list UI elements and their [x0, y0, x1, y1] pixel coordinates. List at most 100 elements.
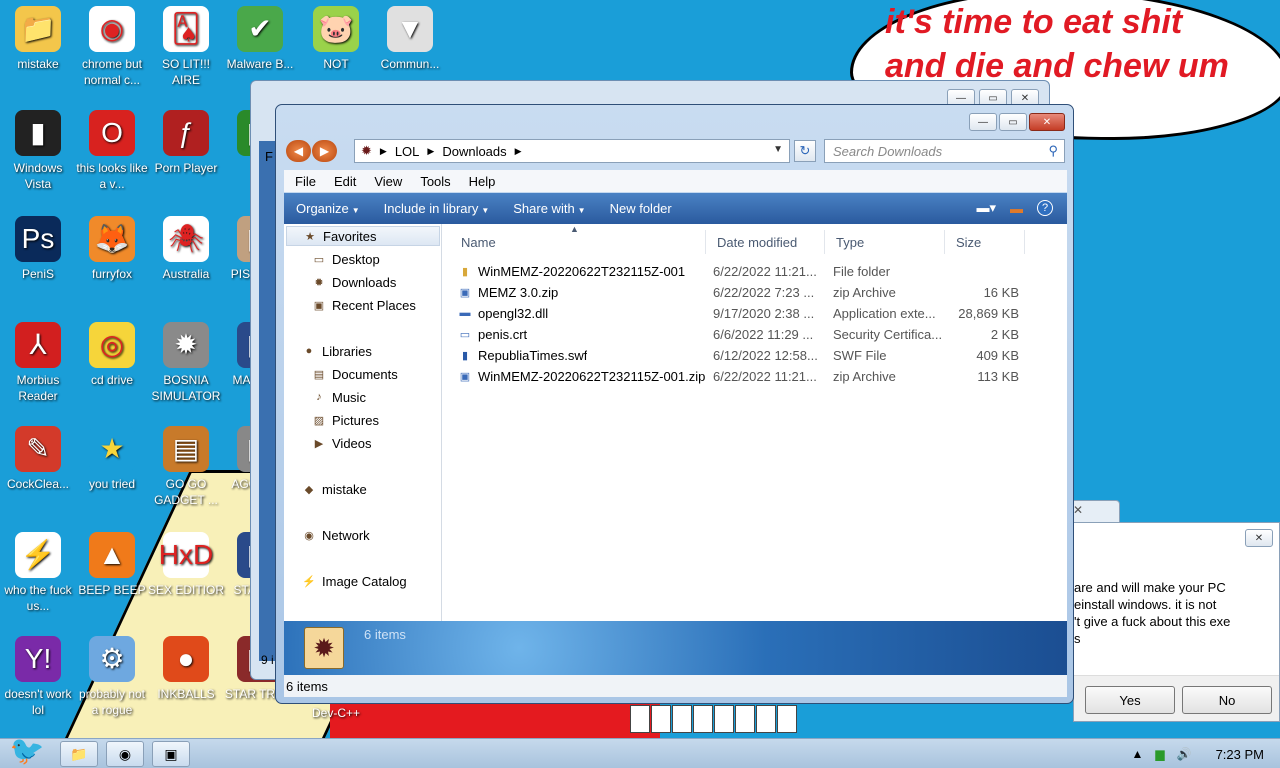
search-icon[interactable]: ⚲ [1048, 143, 1058, 159]
desktop-icon[interactable]: Ps PeniS [0, 210, 76, 282]
clock[interactable]: 7:23 PM [1216, 747, 1264, 762]
refresh-button[interactable]: ↻ [794, 140, 816, 162]
nav-item[interactable]: ▨ Pictures [310, 410, 438, 430]
nav-item-label: Desktop [332, 251, 380, 267]
inkball-icon: ● [163, 636, 209, 682]
column-header-type[interactable]: Type [825, 230, 945, 254]
message-dialog[interactable]: ✕ are and will make your PC einstall win… [1073, 522, 1280, 722]
search-input[interactable]: Search Downloads ⚲ [824, 139, 1065, 163]
preview-pane-icon[interactable]: ▬ [1010, 201, 1023, 216]
column-header-size[interactable]: Size [945, 230, 1025, 254]
column-header-date[interactable]: Date modified [706, 230, 825, 254]
desktop-icon[interactable]: ◎ cd drive [74, 316, 150, 388]
desktop-icon: ▭ [313, 253, 325, 266]
close-icon[interactable]: ✕ [1073, 503, 1083, 517]
maximize-button[interactable]: ▭ [999, 113, 1027, 131]
desktop-icon[interactable]: HxD SEX EDITIOR [148, 526, 224, 598]
menu-view[interactable]: View [365, 174, 411, 189]
breadcrumb-separator-icon: ▶ [427, 145, 435, 156]
explorer-window[interactable]: — ▭ ✕ ◀ ▶ ✹ ▶ LOL ▶ Downloads ▶ ▼ ↻ Sear… [275, 104, 1074, 704]
desktop-icon[interactable]: ▼ Commun... [372, 0, 448, 72]
nav-item[interactable]: ✹ Downloads [310, 272, 438, 292]
forward-arrow-icon[interactable]: ▶ [312, 140, 337, 162]
taskbar-app-icon[interactable]: ▣ [152, 741, 190, 767]
swf-icon: ▮ [461, 350, 469, 362]
file-row[interactable]: ▮ WinMEMZ-20220622T232115Z-001 6/22/2022 1… [450, 262, 1050, 282]
desktop-icon[interactable]: Y! doesn't work lol [0, 630, 76, 718]
desktop-icon[interactable]: ƒ Porn Player [148, 104, 224, 176]
network-status-icon[interactable]: ▆ [1155, 747, 1164, 761]
desktop-icon[interactable]: ● INKBALLS [148, 630, 224, 702]
include-in-library-button[interactable]: Include in library ▼ [372, 201, 502, 216]
taskbar-chrome-icon[interactable]: ◉ [106, 741, 144, 767]
desktop-icon[interactable]: 🦊 furryfox [74, 210, 150, 282]
address-dropdown-icon[interactable]: ▼ [773, 144, 783, 155]
nav-item[interactable]: ● Libraries [286, 341, 440, 361]
star-icon: ★ [305, 230, 315, 243]
chevron-down-icon: ▼ [351, 206, 360, 215]
desktop-icon[interactable]: ▤ GO GO GADGET ... [148, 420, 224, 508]
nav-item[interactable]: ◆ mistake [286, 479, 440, 499]
desktop-icon[interactable]: 📁 mistake [0, 0, 76, 72]
no-button[interactable]: No [1182, 686, 1272, 714]
desktop-icon[interactable]: ✎ CockClea... [0, 420, 76, 492]
desktop-icon[interactable]: ★ you tried [74, 420, 150, 492]
desktop-icon[interactable]: ⅄ Morbius Reader [0, 316, 76, 404]
menu-file[interactable]: File [286, 174, 325, 189]
desktop-icon[interactable]: ◉ chrome but normal c... [74, 0, 150, 88]
help-icon[interactable]: ? [1037, 200, 1053, 216]
view-options-icon[interactable]: ▬▾ [976, 200, 996, 216]
file-row[interactable]: ▭ penis.crt 6/6/2022 11:29 ... Security Cer… [450, 325, 1050, 345]
menu-tools[interactable]: Tools [411, 174, 459, 189]
back-arrow-icon[interactable]: ◀ [286, 140, 311, 162]
menu-help[interactable]: Help [460, 174, 505, 189]
nav-item[interactable]: ⚡ Image Catalog [286, 571, 440, 591]
desktop-icon[interactable]: ⚡ who the fuck us... [0, 526, 76, 614]
yes-button[interactable]: Yes [1085, 686, 1175, 714]
address-bar[interactable]: ✹ ▶ LOL ▶ Downloads ▶ ▼ [354, 139, 790, 163]
desktop-icon[interactable]: ⚙ probably not a rogue [74, 630, 150, 718]
community-icon: ▼ [387, 6, 433, 52]
minimize-button[interactable]: — [969, 113, 997, 131]
navigation-pane: ★ Favorites ▭ Desktop ✹ Downloads ▣ Recent Plac… [284, 224, 442, 621]
desktop-icon[interactable]: ✔ Malware B... [222, 0, 298, 72]
star-icon: ★ [89, 426, 135, 472]
location-icon: ✹ [361, 143, 372, 158]
desktop-icon[interactable]: 🕷 Australia [148, 210, 224, 282]
desktop-icon[interactable]: ▮ Windows Vista [0, 104, 76, 192]
desktop-icon[interactable]: ▲ BEEP BEEP [74, 526, 150, 598]
tray-expand-icon[interactable]: ▲ [1132, 747, 1144, 761]
desktop-icon[interactable]: Othis looks like a v... [74, 104, 150, 192]
file-row[interactable]: ▬ opengl32.dll 9/17/2020 2:38 ... Applicati… [450, 304, 1050, 324]
nav-item[interactable]: ♪ Music [310, 387, 438, 407]
nav-item-label: Videos [332, 435, 372, 451]
desktop-icon-devcpp-label[interactable]: Dev-C++ [298, 705, 374, 721]
menu-edit[interactable]: Edit [325, 174, 365, 189]
nav-item[interactable]: ▶ Videos [310, 433, 438, 453]
background-window-status: 9 i [261, 653, 274, 667]
breadcrumb-item[interactable]: Downloads [442, 144, 506, 159]
desktop-icon[interactable]: 🂡 SO LIT!!! AIRE [148, 0, 224, 88]
file-row[interactable]: ▮ RepubliaTimes.swf 6/12/2022 12:58... SWF … [450, 346, 1050, 366]
file-name: RepubliaTimes.swf [478, 348, 588, 363]
file-row[interactable]: ▣ MEMZ 3.0.zip 6/22/2022 7:23 ... zip Archi… [450, 283, 1050, 303]
nav-item[interactable]: ▭ Desktop [310, 249, 438, 269]
nav-item[interactable]: ▤ Documents [310, 364, 438, 384]
taskbar-explorer-icon[interactable]: 📁 [60, 741, 98, 767]
dialog-close-button[interactable]: ✕ [1245, 529, 1273, 547]
desktop-icon[interactable]: 🐷 NOT [298, 0, 374, 72]
organize-button[interactable]: Organize ▼ [284, 201, 372, 216]
nav-item[interactable]: ▣ Recent Places [310, 295, 438, 315]
desktop-icon[interactable]: ✹ BOSNIA SIMULATOR [148, 316, 224, 404]
file-row[interactable]: ▣ WinMEMZ-20220622T232115Z-001.zip 6/22/20… [450, 367, 1050, 387]
share-with-button[interactable]: Share with ▼ [501, 201, 597, 216]
breadcrumb-item[interactable]: LOL [395, 144, 420, 159]
close-button[interactable]: ✕ [1029, 113, 1065, 131]
start-button-angry-bird-icon[interactable]: 🐦 [4, 731, 50, 768]
file-type: zip Archive [833, 285, 896, 300]
new-folder-button[interactable]: New folder [598, 201, 684, 216]
nav-item[interactable]: ◉ Network [286, 525, 440, 545]
opera-icon: O [89, 110, 135, 156]
nav-item[interactable]: ★ Favorites [286, 226, 440, 246]
volume-icon[interactable]: 🔊 [1177, 747, 1192, 761]
